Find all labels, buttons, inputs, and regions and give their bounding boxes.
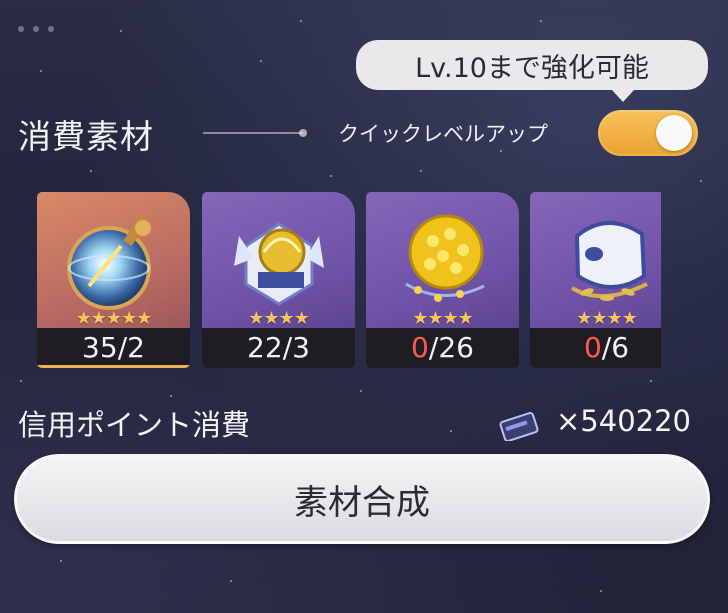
golden-core-icon (234, 222, 324, 306)
credit-cost-value: ×540220 (556, 404, 692, 438)
rarity-stars: ★★★★★ (75, 308, 153, 329)
section-title: 消費素材 (18, 117, 154, 156)
material-card[interactable]: ★★★★ 0/6 (530, 192, 661, 368)
rarity-stars: ★★★★ (248, 308, 310, 329)
golden-flower-icon (405, 214, 485, 302)
title-divider (203, 129, 307, 137)
material-count: 0/6 (530, 328, 661, 368)
material-card[interactable]: ★★★★★ 35/2 (37, 192, 190, 368)
quick-level-up-label: クイックレベルアップ (338, 122, 548, 146)
material-count: 35/2 (37, 328, 190, 368)
material-count: 0/26 (366, 328, 519, 368)
upgrade-tooltip: Lv.10まで強化可能 (356, 40, 708, 102)
compass-orb-icon (67, 215, 151, 310)
material-list[interactable]: ★★★★★ 35/2 ★★★★ 22/3 ★★★★ 0/26 ★★★★ 0/6 (37, 192, 661, 370)
material-count: 22/3 (202, 328, 355, 368)
rarity-stars: ★★★★ (576, 308, 638, 329)
toggle-knob (656, 115, 692, 151)
credit-cost-label: 信用ポイント消費 (18, 408, 251, 442)
synthesize-button[interactable]: 素材合成 (14, 454, 710, 544)
material-card[interactable]: ★★★★ 0/26 (366, 192, 519, 368)
credit-card-icon (499, 412, 539, 441)
more-dots-icon[interactable] (18, 26, 54, 32)
material-card[interactable]: ★★★★ 22/3 (202, 192, 355, 368)
quick-level-up-toggle[interactable] (598, 110, 698, 156)
rarity-stars: ★★★★ (412, 308, 474, 329)
laurel-mask-icon (570, 221, 648, 301)
